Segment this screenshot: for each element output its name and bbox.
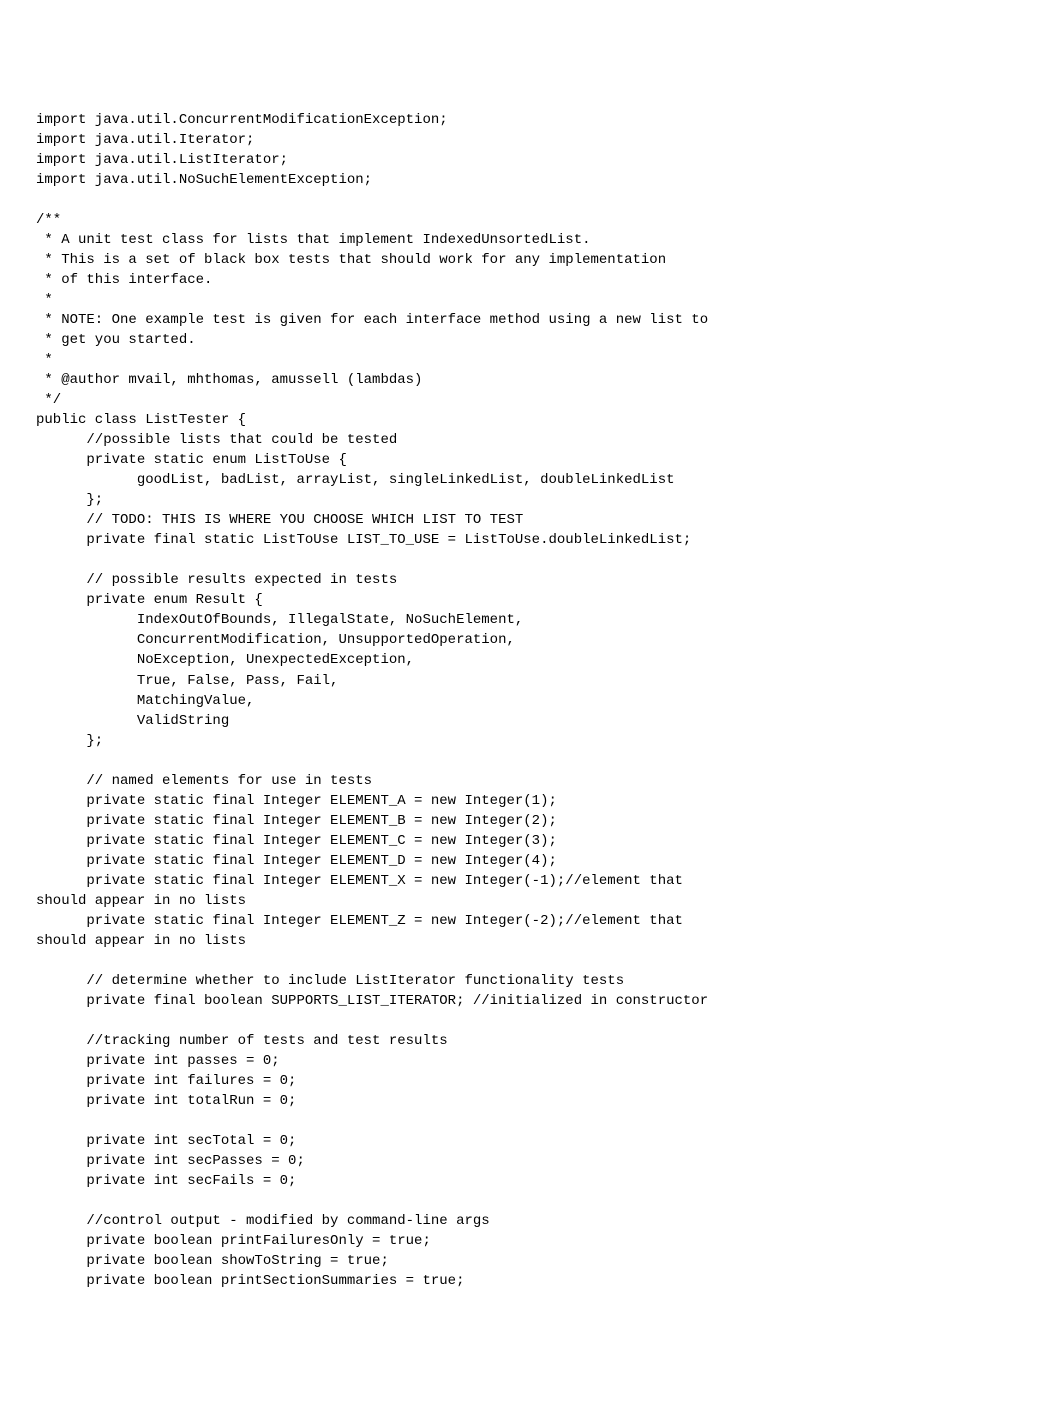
java-source-code: import java.util.ConcurrentModificationE…: [36, 110, 1026, 1291]
